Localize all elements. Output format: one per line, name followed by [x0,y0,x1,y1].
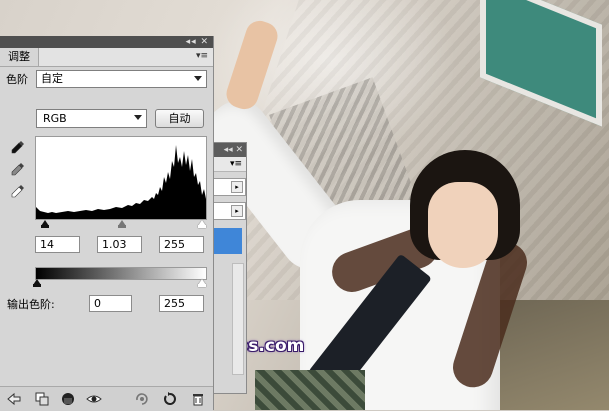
clip-to-layer-icon[interactable] [34,391,50,407]
output-black-handle[interactable] [33,279,41,287]
back-arrow-icon[interactable] [6,391,22,407]
input-black-handle[interactable] [41,220,49,228]
back-panel-menu-icon[interactable]: ▾≡ [212,157,246,172]
preset-select[interactable]: 自定 [36,70,207,88]
auto-button[interactable]: 自动 [155,109,204,128]
panel-bottom-toolbar [0,386,213,411]
output-levels-slider[interactable] [33,279,206,289]
input-levels-slider[interactable] [35,220,206,230]
preset-select-value: 自定 [41,72,63,85]
chevron-down-icon [194,76,202,81]
output-white-field[interactable]: 255 [159,295,204,312]
chevron-down-icon [134,115,142,120]
output-levels-label: 输出色阶: [7,298,55,311]
input-gamma-handle[interactable] [118,220,126,228]
mask-icon[interactable] [60,391,76,407]
gray-point-eyedropper-icon[interactable] [11,162,25,176]
view-previous-icon[interactable] [134,391,150,407]
back-panel-blend-select[interactable]: ▸ [212,178,246,196]
back-panel-titlebar[interactable]: ◂◂ ✕ [212,143,246,157]
adjustments-panel: ◂◂ ✕ 调整 ▾≡ 色阶 自定 RGB 自动 14 1.03 255 输出色阶… [0,36,214,411]
panel-menu-icon[interactable]: ▾≡ [195,51,209,62]
photo-skirt [255,370,365,410]
back-panel-selected-layer[interactable] [212,228,242,254]
back-panel-scrollbar[interactable] [232,263,244,375]
input-black-field[interactable]: 14 [35,236,80,253]
photo-face [428,182,498,268]
tab-adjustments[interactable]: 调整 [0,48,39,66]
layers-panel-partial: ◂◂ ✕ ▾≡ ▸ ▸ [212,142,247,394]
channel-select-value: RGB [43,112,67,125]
back-panel-lock-row[interactable]: ▸ [212,202,246,220]
chevron-right-icon: ▸ [231,205,243,217]
panel-titlebar[interactable]: ◂◂ ✕ [0,36,213,48]
input-gamma-field[interactable]: 1.03 [97,236,142,253]
panel-tab-row: 调整 ▾≡ [0,48,213,67]
delete-trash-icon[interactable] [190,391,206,407]
panel-collapse-close-controls[interactable]: ◂◂ ✕ [186,36,209,48]
chevron-right-icon: ▸ [231,181,243,193]
levels-histogram [35,136,207,220]
white-point-eyedropper-icon[interactable] [11,184,25,198]
visibility-eye-icon[interactable] [86,391,102,407]
output-white-handle[interactable] [198,279,206,287]
reset-icon[interactable] [162,391,178,407]
channel-select[interactable]: RGB [36,109,147,128]
input-white-field[interactable]: 255 [159,236,204,253]
output-black-field[interactable]: 0 [89,295,132,312]
black-point-eyedropper-icon[interactable] [11,140,25,154]
input-white-handle[interactable] [198,220,206,228]
preset-label: 色阶 [6,73,28,86]
